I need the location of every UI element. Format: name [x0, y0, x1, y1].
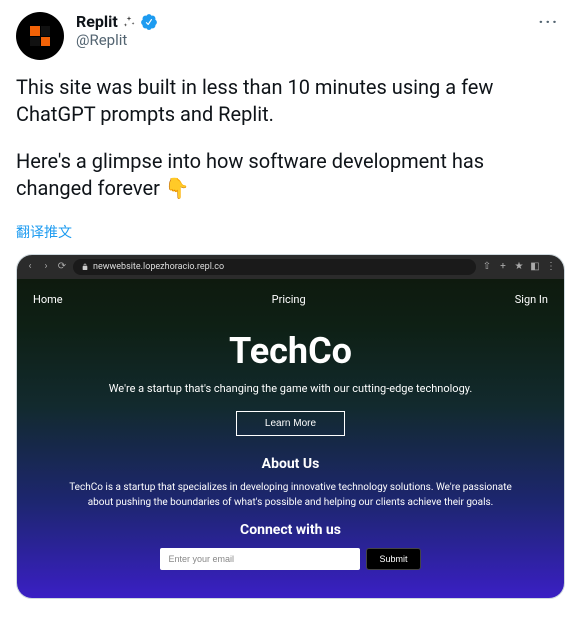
star-icon: ★ [514, 262, 524, 272]
tweet-paragraph-1: This site was built in less than 10 minu… [16, 74, 565, 128]
replit-logo-icon [30, 26, 50, 46]
about-text: TechCo is a startup that specializes in … [61, 480, 521, 510]
url-text: newwebsite.lopezhoracio.repl.co [93, 262, 224, 272]
lock-icon [81, 263, 89, 271]
media-card: ‹ › ⟳ newwebsite.lopezhoracio.repl.co ⇧ … [16, 254, 565, 599]
learn-more-button[interactable]: Learn More [236, 411, 345, 436]
site-preview: Home Pricing Sign In TechCo We're a star… [17, 279, 564, 598]
tweet-body: This site was built in less than 10 minu… [16, 74, 565, 202]
submit-button[interactable]: Submit [366, 548, 420, 570]
connect-heading: Connect with us [31, 522, 550, 538]
forward-icon: › [41, 262, 51, 272]
extension-icon: ◧ [530, 262, 540, 272]
back-icon: ‹ [25, 262, 35, 272]
nav-pricing[interactable]: Pricing [272, 293, 306, 306]
author-name[interactable]: Replit [76, 12, 118, 31]
plus-icon: + [498, 262, 508, 272]
chrome-actions: ⇧ + ★ ◧ ⋮ [482, 262, 556, 272]
nav-home[interactable]: Home [33, 293, 63, 306]
share-icon: ⇧ [482, 262, 492, 272]
about-heading: About Us [31, 456, 550, 472]
email-field[interactable] [160, 548, 360, 570]
tweet-header: Replit @Replit ··· [16, 12, 565, 60]
verified-badge-icon [140, 13, 158, 31]
more-button[interactable]: ··· [533, 12, 565, 31]
nav-signin[interactable]: Sign In [515, 293, 548, 306]
avatar[interactable] [16, 12, 64, 60]
tweet-paragraph-2: Here's a glimpse into how software devel… [16, 148, 565, 202]
address-bar: newwebsite.lopezhoracio.repl.co [73, 259, 476, 275]
tweet-container: Replit @Replit ··· This site was built i… [0, 0, 581, 611]
site-nav: Home Pricing Sign In [31, 289, 550, 318]
hero-tagline: We're a startup that's changing the game… [31, 382, 550, 395]
connect-form: Submit [31, 548, 550, 570]
author-block: Replit @Replit [76, 12, 158, 49]
translate-link[interactable]: 翻译推文 [16, 222, 565, 242]
hero-title: TechCo [31, 330, 550, 372]
author-handle[interactable]: @Replit [76, 31, 158, 49]
point-down-emoji: 👇 [165, 175, 190, 202]
sparkle-icon [122, 15, 136, 29]
menu-icon: ⋮ [546, 262, 556, 272]
reload-icon: ⟳ [57, 262, 67, 272]
browser-chrome: ‹ › ⟳ newwebsite.lopezhoracio.repl.co ⇧ … [17, 255, 564, 279]
